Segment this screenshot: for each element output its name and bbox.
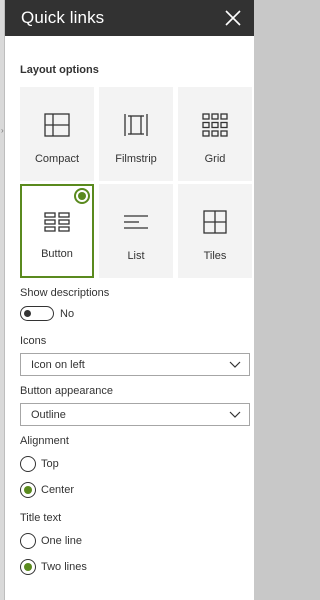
show-descriptions-label: Show descriptions <box>20 287 110 299</box>
list-layout-icon <box>123 208 149 236</box>
radio-button-selected[interactable] <box>20 482 36 498</box>
radio-label: One line <box>41 535 82 547</box>
layout-options-grid: Compact Filmstrip Grid Button List Tiles <box>20 87 252 278</box>
chevron-down-icon <box>229 411 241 418</box>
radio-button[interactable] <box>20 456 36 472</box>
quick-links-panel: Quick links Layout options Compact Films… <box>4 0 254 600</box>
layout-option-button[interactable]: Button <box>20 184 94 278</box>
button-appearance-value: Outline <box>31 408 66 421</box>
layout-options-title: Layout options <box>20 64 99 76</box>
layout-option-label: Button <box>41 248 73 260</box>
alignment-option-center[interactable]: Center <box>20 482 250 498</box>
layout-option-list[interactable]: List <box>99 184 173 278</box>
alignment-label: Alignment <box>20 435 69 447</box>
button-appearance-dropdown[interactable]: Outline <box>20 403 250 426</box>
layout-option-label: Compact <box>34 153 80 165</box>
title-text-option-one-line[interactable]: One line <box>20 533 250 549</box>
icons-label: Icons <box>20 335 47 347</box>
title-text-label: Title text <box>20 512 62 524</box>
panel-header: Quick links <box>5 0 254 36</box>
icons-dropdown-value: Icon on left <box>31 358 85 371</box>
tiles-layout-icon <box>203 208 227 236</box>
title-text-option-two-lines[interactable]: Two lines <box>20 559 250 575</box>
panel-title: Quick links <box>21 8 105 27</box>
alignment-option-top[interactable]: Top <box>20 456 250 472</box>
radio-label: Top <box>41 458 59 470</box>
layout-option-label: List <box>127 250 145 262</box>
panel-content: Layout options Compact Filmstrip Grid Bu… <box>5 64 254 575</box>
layout-option-tiles[interactable]: Tiles <box>178 184 252 278</box>
icons-dropdown[interactable]: Icon on left <box>20 353 250 376</box>
layout-option-label: Grid <box>204 153 226 165</box>
layout-option-label: Tiles <box>203 250 227 262</box>
layout-option-filmstrip[interactable]: Filmstrip <box>99 87 173 181</box>
filmstrip-layout-icon <box>123 111 149 139</box>
toggle-state-text: No <box>60 307 75 320</box>
button-appearance-label: Button appearance <box>20 385 113 397</box>
compact-layout-icon <box>44 111 70 139</box>
close-icon[interactable] <box>224 9 242 27</box>
show-descriptions-row: No <box>20 306 250 321</box>
layout-option-grid[interactable]: Grid <box>178 87 252 181</box>
selected-check-icon <box>74 188 90 204</box>
grid-layout-icon <box>202 111 228 139</box>
radio-label: Two lines <box>41 561 87 573</box>
layout-option-label: Filmstrip <box>115 153 157 165</box>
radio-button-selected[interactable] <box>20 559 36 575</box>
chevron-down-icon <box>229 361 241 368</box>
layout-option-compact[interactable]: Compact <box>20 87 94 181</box>
radio-label: Center <box>41 484 75 496</box>
button-layout-icon <box>44 208 70 236</box>
show-descriptions-toggle[interactable] <box>20 306 54 321</box>
radio-button[interactable] <box>20 533 36 549</box>
